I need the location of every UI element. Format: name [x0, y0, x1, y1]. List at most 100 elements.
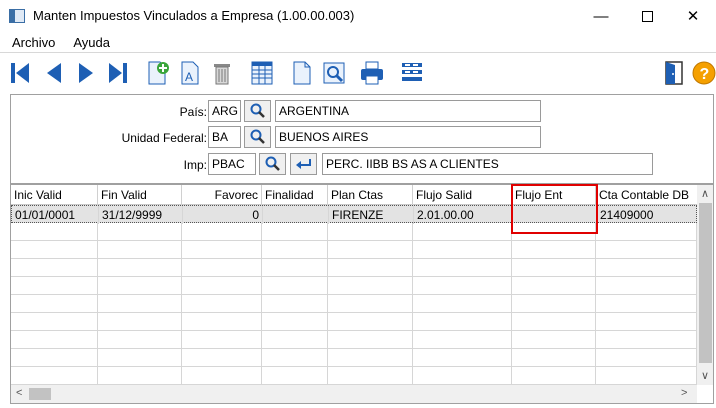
- menu-archivo[interactable]: Archivo: [12, 35, 55, 50]
- empty-cell[interactable]: [596, 367, 697, 385]
- empty-cell[interactable]: [98, 367, 182, 385]
- empty-cell[interactable]: [182, 367, 262, 385]
- empty-cell[interactable]: [512, 223, 596, 241]
- empty-cell[interactable]: [328, 259, 413, 277]
- scroll-right-arrow[interactable]: >: [681, 387, 687, 399]
- empty-cell[interactable]: [413, 295, 512, 313]
- col-header-favorec[interactable]: Favorec: [182, 185, 262, 205]
- empty-table-row[interactable]: [11, 223, 697, 241]
- imp-search-button[interactable]: [259, 153, 286, 175]
- pais-code-field[interactable]: ARG: [208, 100, 241, 122]
- empty-cell[interactable]: [596, 259, 697, 277]
- empty-cell[interactable]: [98, 349, 182, 367]
- empty-cell[interactable]: [413, 313, 512, 331]
- empty-cell[interactable]: [98, 313, 182, 331]
- grid-view-button[interactable]: [248, 59, 276, 87]
- empty-cell[interactable]: [11, 367, 98, 385]
- empty-cell[interactable]: [413, 331, 512, 349]
- col-header-cta-contable-db[interactable]: Cta Contable DB: [596, 185, 697, 205]
- cell-fin-valid[interactable]: 31/12/9999: [99, 206, 183, 224]
- col-header-finalidad[interactable]: Finalidad: [262, 185, 328, 205]
- empty-table-row[interactable]: [11, 259, 697, 277]
- menu-ayuda[interactable]: Ayuda: [73, 35, 110, 50]
- cell-inic-valid[interactable]: 01/01/0001: [12, 206, 99, 224]
- imp-enter-button[interactable]: [290, 153, 317, 175]
- imp-code-field[interactable]: PBAC: [208, 153, 256, 175]
- preview-button[interactable]: [320, 59, 348, 87]
- empty-cell[interactable]: [262, 259, 328, 277]
- col-header-flujo-ent[interactable]: Flujo Ent: [512, 185, 596, 205]
- empty-cell[interactable]: [262, 277, 328, 295]
- print-button[interactable]: [358, 59, 386, 87]
- prev-record-button[interactable]: [40, 59, 68, 87]
- document-button[interactable]: [288, 59, 316, 87]
- empty-cell[interactable]: [11, 223, 98, 241]
- empty-cell[interactable]: [328, 277, 413, 295]
- empty-cell[interactable]: [328, 295, 413, 313]
- empty-cell[interactable]: [182, 241, 262, 259]
- col-header-flujo-salid[interactable]: Flujo Salid: [413, 185, 512, 205]
- empty-cell[interactable]: [512, 295, 596, 313]
- empty-cell[interactable]: [98, 295, 182, 313]
- empty-cell[interactable]: [262, 223, 328, 241]
- empty-cell[interactable]: [98, 277, 182, 295]
- empty-cell[interactable]: [182, 313, 262, 331]
- empty-cell[interactable]: [413, 277, 512, 295]
- scroll-left-arrow[interactable]: <: [16, 387, 22, 399]
- empty-cell[interactable]: [413, 241, 512, 259]
- empty-cell[interactable]: [182, 295, 262, 313]
- empty-cell[interactable]: [413, 349, 512, 367]
- empty-cell[interactable]: [512, 259, 596, 277]
- help-button[interactable]: ?: [690, 59, 716, 87]
- empty-cell[interactable]: [596, 223, 697, 241]
- empty-cell[interactable]: [98, 331, 182, 349]
- empty-cell[interactable]: [98, 259, 182, 277]
- empty-cell[interactable]: [596, 349, 697, 367]
- empty-cell[interactable]: [11, 313, 98, 331]
- vertical-scrollbar[interactable]: ∧ ∨: [697, 185, 713, 385]
- list-button[interactable]: [398, 59, 426, 87]
- empty-cell[interactable]: [11, 259, 98, 277]
- empty-cell[interactable]: [413, 259, 512, 277]
- delete-button[interactable]: [208, 59, 236, 87]
- unidad-federal-code-field[interactable]: BA: [208, 126, 241, 148]
- table-row[interactable]: 01/01/0001 31/12/9999 0 FIRENZE 2.01.00.…: [11, 205, 698, 224]
- new-record-button[interactable]: [144, 59, 172, 87]
- empty-cell[interactable]: [328, 223, 413, 241]
- empty-table-row[interactable]: [11, 331, 697, 349]
- empty-cell[interactable]: [413, 223, 512, 241]
- empty-cell[interactable]: [98, 223, 182, 241]
- empty-cell[interactable]: [512, 277, 596, 295]
- empty-cell[interactable]: [328, 367, 413, 385]
- empty-cell[interactable]: [328, 349, 413, 367]
- empty-table-row[interactable]: [11, 349, 697, 367]
- empty-table-row[interactable]: [11, 241, 697, 259]
- empty-cell[interactable]: [596, 295, 697, 313]
- unidad-federal-search-button[interactable]: [244, 126, 271, 148]
- empty-table-row[interactable]: [11, 313, 697, 331]
- empty-cell[interactable]: [328, 331, 413, 349]
- empty-table-row[interactable]: [11, 277, 697, 295]
- col-header-fin-valid[interactable]: Fin Valid: [98, 185, 182, 205]
- horizontal-scrollbar[interactable]: < >: [11, 385, 697, 403]
- empty-cell[interactable]: [262, 313, 328, 331]
- empty-cell[interactable]: [11, 331, 98, 349]
- empty-cell[interactable]: [262, 241, 328, 259]
- first-record-button[interactable]: [6, 59, 34, 87]
- empty-cell[interactable]: [512, 241, 596, 259]
- cell-flujo-salid[interactable]: 2.01.00.00: [414, 206, 513, 224]
- scroll-up-arrow[interactable]: ∧: [701, 187, 709, 200]
- empty-cell[interactable]: [262, 367, 328, 385]
- cell-flujo-ent[interactable]: [513, 206, 597, 224]
- empty-cell[interactable]: [11, 241, 98, 259]
- cell-cta-contable-db[interactable]: 21409000: [597, 206, 698, 224]
- scroll-down-arrow[interactable]: ∨: [701, 369, 709, 382]
- empty-table-row[interactable]: [11, 295, 697, 313]
- empty-cell[interactable]: [11, 295, 98, 313]
- empty-cell[interactable]: [98, 241, 182, 259]
- col-header-plan-ctas[interactable]: Plan Ctas: [328, 185, 413, 205]
- empty-cell[interactable]: [596, 277, 697, 295]
- pais-search-button[interactable]: [244, 100, 271, 122]
- exit-button[interactable]: [660, 59, 688, 87]
- minimize-button[interactable]: —: [578, 0, 624, 32]
